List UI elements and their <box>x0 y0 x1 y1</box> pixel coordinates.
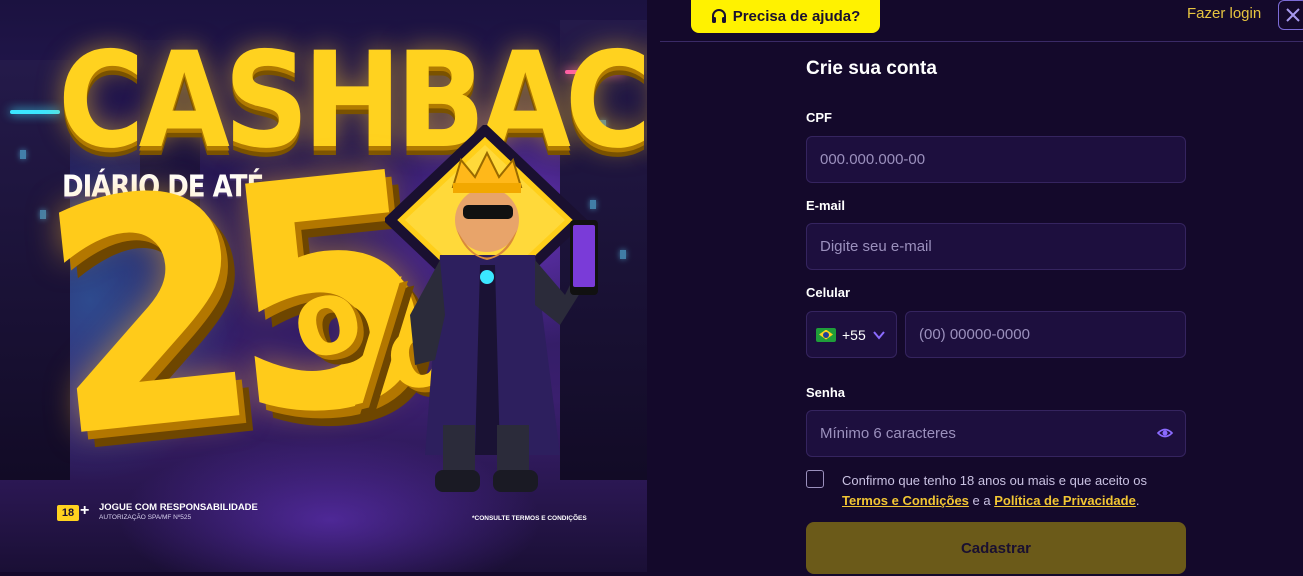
email-label: E-mail <box>806 198 846 213</box>
help-button[interactable]: Precisa de ajuda? <box>691 0 880 33</box>
password-field[interactable] <box>806 410 1186 457</box>
cpf-input[interactable] <box>820 137 1185 182</box>
privacy-link[interactable]: Política de Privacidade <box>994 493 1136 508</box>
terms-disclaimer: *CONSULTE TERMOS E CONDIÇÕES <box>472 515 587 522</box>
phone-label: Celular <box>806 285 851 300</box>
promo-banner: CASHBACK DIÁRIO DE ATÉ 25 % 18 + JOGUE C… <box>0 0 647 572</box>
king-mascot-illustration <box>385 125 598 492</box>
consent-text-after: . <box>1135 493 1140 508</box>
chevron-down-icon <box>872 330 885 340</box>
cpf-field[interactable] <box>806 136 1186 183</box>
terms-link[interactable]: Termos e Condições <box>842 493 969 508</box>
responsibility-text: JOGUE COM RESPONSABILIDADE <box>99 502 258 513</box>
cpf-label: CPF <box>806 110 832 125</box>
country-code-select[interactable]: +55 <box>806 311 897 358</box>
consent-text-before: Confirmo que tenho 18 anos ou mais e que… <box>842 473 1147 488</box>
brazil-flag-icon <box>816 327 836 342</box>
age-restriction-badge: 18 <box>57 505 79 521</box>
consent-text: Confirmo que tenho 18 anos ou mais e que… <box>842 471 1192 511</box>
login-link[interactable]: Fazer login <box>1187 5 1261 22</box>
email-field[interactable] <box>806 223 1186 270</box>
password-label: Senha <box>806 385 846 400</box>
submit-button[interactable]: Cadastrar <box>806 522 1186 574</box>
window-light <box>20 150 26 159</box>
close-button[interactable] <box>1278 0 1303 30</box>
close-icon <box>1286 8 1300 22</box>
help-button-label: Precisa de ajuda? <box>732 8 861 25</box>
phone-field[interactable] <box>905 311 1186 358</box>
country-code-value: +55 <box>842 326 866 343</box>
email-input[interactable] <box>820 224 1185 269</box>
age-restriction-plus: + <box>80 502 90 519</box>
password-input[interactable] <box>820 411 1140 456</box>
form-title: Crie sua conta <box>806 58 937 79</box>
window-light <box>620 250 626 259</box>
authorization-text: AUTORIZAÇÃO SPA/MF Nº525 <box>99 514 192 521</box>
headset-icon <box>711 8 726 23</box>
consent-text-middle: e a <box>968 493 995 508</box>
phone-input[interactable] <box>919 312 1185 357</box>
eye-icon[interactable] <box>1157 425 1173 441</box>
consent-checkbox[interactable] <box>806 470 824 488</box>
neon-sign <box>10 110 60 114</box>
